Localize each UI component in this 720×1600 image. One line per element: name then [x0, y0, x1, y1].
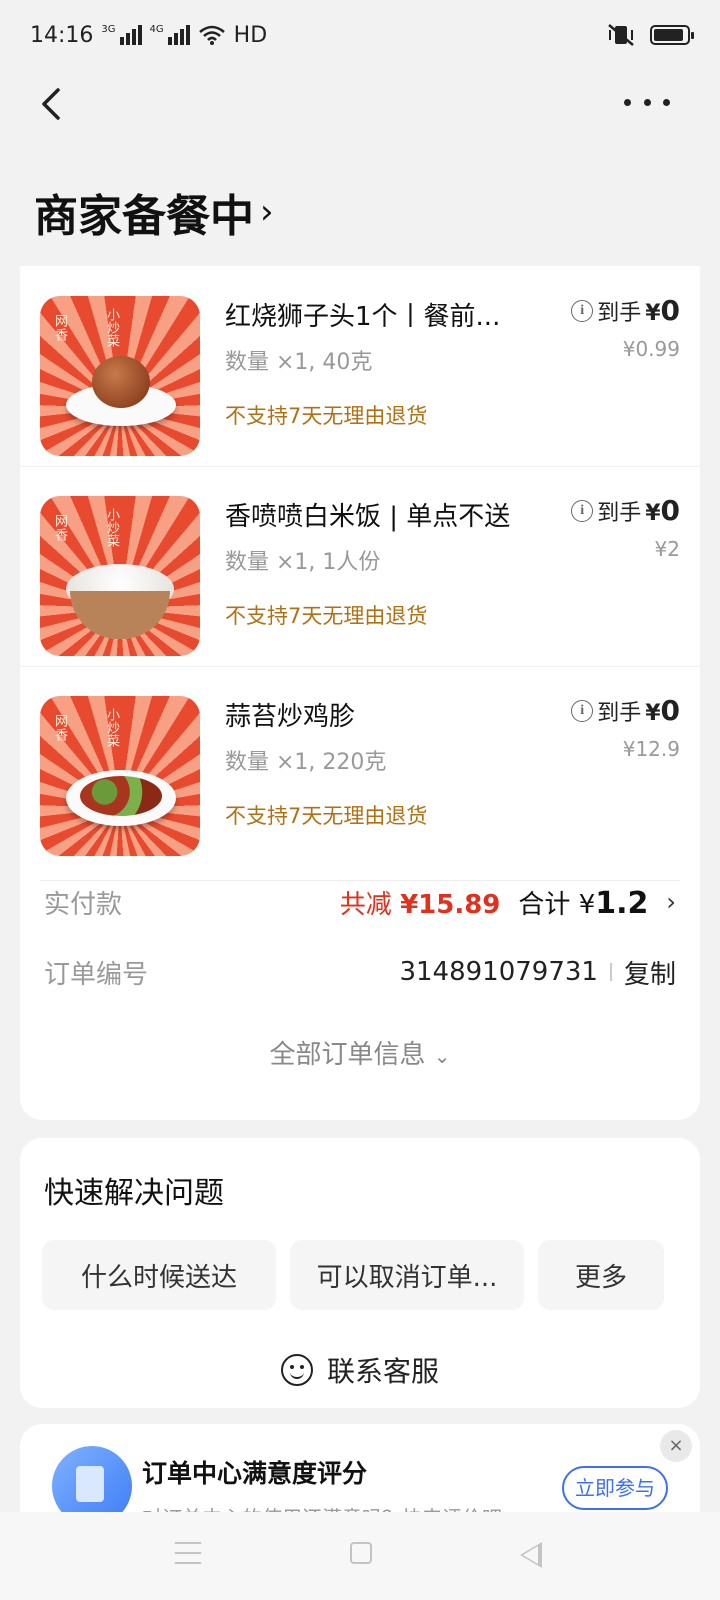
final-price: ¥0 — [645, 694, 680, 727]
page-title: 商家备餐中 — [34, 191, 254, 242]
clock: 14:16 — [30, 22, 94, 48]
return-policy: 不支持7天无理由退货 — [225, 404, 428, 428]
order-number: 314891079731 — [399, 957, 598, 987]
order-item[interactable]: 网香 小炒菜 香喷喷白米饭 | 单点不送 数量 ×1, 1人份 不支持7天无理由… — [20, 466, 700, 666]
item-quantity: 数量 ×1, 40克 — [225, 350, 373, 375]
join-survey-button[interactable]: 立即参与 — [562, 1466, 668, 1510]
item-name: 红烧狮子头1个丨餐前... — [225, 302, 501, 332]
dish-image-rice: 网香 小炒菜 — [40, 496, 200, 656]
top-nav — [0, 70, 720, 170]
chip-more[interactable]: 更多 — [538, 1240, 664, 1310]
more-dot-icon — [643, 98, 651, 106]
final-price-label: 到手 — [597, 500, 642, 526]
chip-delivery-time[interactable]: 什么时候送达 — [42, 1240, 276, 1310]
return-policy: 不支持7天无理由退货 — [225, 604, 428, 628]
status-left: 14:16 3G 4G HD — [30, 23, 267, 48]
item-quantity: 数量 ×1, 1人份 — [225, 550, 381, 575]
price-column: i 到手 ¥0 ¥2 — [571, 494, 680, 561]
battery-icon — [650, 25, 694, 45]
back-triangle-icon[interactable] — [520, 1542, 542, 1568]
item-name: 香喷喷白米饭 | 单点不送 — [225, 502, 511, 532]
total-discount: 共减 ¥15.89 — [339, 889, 501, 920]
status-right — [606, 23, 694, 47]
contact-service-label: 联系客服 — [326, 1355, 439, 1388]
return-policy: 不支持7天无理由退货 — [225, 804, 428, 828]
original-price: ¥0.99 — [622, 337, 680, 361]
order-item[interactable]: 网香 小炒菜 红烧狮子头1个丨餐前... 数量 ×1, 40克 不支持7天无理由… — [20, 266, 700, 466]
total-amount: 合计 ¥1.2 — [518, 885, 649, 921]
info-icon[interactable]: i — [571, 299, 594, 322]
item-quantity: 数量 ×1, 220克 — [225, 750, 387, 775]
original-price: ¥12.9 — [622, 737, 680, 761]
dish-image-gizzard: 网香 小炒菜 — [40, 696, 200, 856]
paid-amount-row[interactable]: 实付款 共减 ¥15.89 合计 ¥1.2 › — [44, 882, 676, 922]
wifi-icon — [198, 25, 225, 45]
order-card: 网香 小炒菜 红烧狮子头1个丨餐前... 数量 ×1, 40克 不支持7天无理由… — [20, 266, 700, 1120]
order-status-title[interactable]: 商家备餐中 › — [34, 180, 274, 244]
signal-4g-icon: 4G — [150, 25, 190, 45]
final-price-label: 到手 — [597, 700, 642, 726]
all-order-info-label: 全部订单信息 — [269, 1040, 426, 1070]
customer-service-icon — [280, 1354, 313, 1386]
paid-label: 实付款 — [44, 889, 123, 920]
quick-help-card: 快速解决问题 什么时候送达 可以取消订单... 更多 联系客服 — [20, 1138, 700, 1408]
vibrate-mute-icon — [608, 24, 634, 46]
survey-title: 订单中心满意度评分 — [142, 1459, 368, 1488]
order-number-row: 订单编号 314891079731 复制 — [44, 952, 676, 992]
battery-level — [654, 29, 683, 41]
final-price-label: 到手 — [597, 300, 642, 326]
menu-icon[interactable] — [175, 1542, 201, 1564]
divider — [40, 880, 680, 881]
copy-button[interactable]: 复制 — [624, 954, 676, 991]
all-order-info-toggle[interactable]: 全部订单信息 ⌄ — [20, 1034, 700, 1071]
more-dot-icon — [624, 98, 631, 106]
close-icon[interactable]: × — [660, 1430, 692, 1462]
quick-help-title: 快速解决问题 — [44, 1176, 224, 1211]
info-icon[interactable]: i — [571, 499, 594, 522]
order-item[interactable]: 网香 小炒菜 蒜苔炒鸡胗 数量 ×1, 220克 不支持7天无理由退货 i 到手… — [20, 666, 700, 866]
chevron-left-icon — [42, 88, 60, 120]
info-icon[interactable]: i — [571, 699, 594, 722]
signal-3g-icon: 3G — [101, 25, 142, 45]
chevron-right-icon: › — [666, 888, 676, 916]
survey-banner: × 订单中心满意度评分 对订单中心的使用还满意吗？快来评价吧 立即参与 — [20, 1424, 700, 1524]
final-price: ¥0 — [645, 494, 680, 527]
home-icon[interactable] — [350, 1542, 372, 1564]
price-column: i 到手 ¥0 ¥0.99 — [571, 294, 680, 361]
price-column: i 到手 ¥0 ¥12.9 — [571, 694, 680, 761]
order-number-label: 订单编号 — [44, 959, 149, 990]
chevron-down-icon: ⌄ — [433, 1044, 451, 1068]
back-button[interactable] — [36, 84, 76, 124]
more-dot-icon — [663, 98, 670, 106]
item-name: 蒜苔炒鸡胗 — [225, 702, 356, 732]
more-options-button[interactable] — [624, 92, 670, 112]
system-nav-bar — [0, 1512, 720, 1600]
contact-service-button[interactable]: 联系客服 — [20, 1350, 700, 1390]
original-price: ¥2 — [654, 537, 680, 561]
dish-image-lion-head: 网香 小炒菜 — [40, 296, 200, 456]
hd-indicator: HD — [233, 22, 268, 48]
chevron-right-icon: › — [260, 192, 274, 232]
divider — [609, 963, 612, 981]
final-price: ¥0 — [645, 294, 680, 327]
status-bar: 14:16 3G 4G HD — [0, 0, 720, 70]
chip-cancel-order[interactable]: 可以取消订单... — [290, 1240, 524, 1310]
